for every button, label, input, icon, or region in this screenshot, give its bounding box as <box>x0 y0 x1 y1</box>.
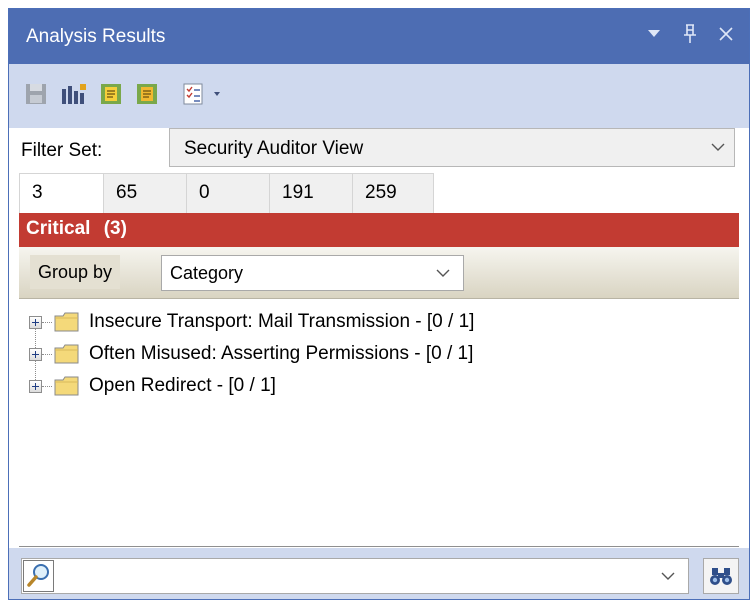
chevron-down-icon <box>710 139 726 161</box>
tree-item[interactable]: Insecure Transport: Mail Transmission - … <box>29 307 474 337</box>
panel-titlebar: Analysis Results <box>9 9 749 64</box>
folder-icon <box>54 312 79 332</box>
close-icon[interactable] <box>715 23 737 45</box>
folder-icon <box>54 344 79 364</box>
search-icon <box>23 560 54 592</box>
tab-all[interactable]: 259 <box>352 173 434 214</box>
expand-plus-icon[interactable] <box>29 347 42 361</box>
group-by-bar: Group by Category <box>19 247 739 299</box>
filter-set-value: Security Auditor View <box>184 138 364 159</box>
tab-low[interactable]: 191 <box>269 173 353 214</box>
filter-set-select[interactable]: Security Auditor View <box>169 128 735 167</box>
tree-item-label: Often Misused: Asserting Permissions - [… <box>89 343 474 364</box>
tree-item-label: Open Redirect - [0 / 1] <box>89 375 276 396</box>
group-by-select[interactable]: Category <box>161 255 464 291</box>
panel-title: Analysis Results <box>26 26 166 47</box>
critical-count: (3) <box>103 218 127 239</box>
binoculars-icon <box>710 568 732 585</box>
issues-tree: Insecure Transport: Mail Transmission - … <box>19 300 739 547</box>
chevron-down-icon <box>435 265 451 287</box>
tab-high[interactable]: 65 <box>103 173 187 214</box>
critical-header: Critical (3) <box>19 213 739 247</box>
panel-toolbar <box>9 64 749 128</box>
chart-settings-icon[interactable] <box>59 81 86 107</box>
folder-icon <box>54 376 79 396</box>
filter-set-label: Filter Set: <box>21 140 103 161</box>
tab-medium[interactable]: 0 <box>186 173 270 214</box>
expand-plus-icon[interactable] <box>29 379 42 393</box>
critical-label: Critical <box>26 218 91 239</box>
tree-item[interactable]: Open Redirect - [0 / 1] <box>29 371 276 401</box>
save-disk-icon[interactable] <box>23 81 49 107</box>
dropdown-arrow-icon[interactable] <box>643 23 665 45</box>
search-bar <box>9 548 749 599</box>
search-input[interactable] <box>21 558 689 594</box>
tab-critical[interactable]: 3 <box>19 173 104 214</box>
panel-content: Filter Set: Security Auditor View 3 65 0… <box>9 128 749 599</box>
group-by-label: Group by <box>30 255 121 289</box>
report-alt-icon[interactable] <box>134 81 160 107</box>
find-button[interactable] <box>703 558 739 594</box>
tree-item[interactable]: Often Misused: Asserting Permissions - [… <box>29 339 473 369</box>
titlebar-buttons <box>643 23 737 45</box>
severity-tabs: 3 65 0 191 259 <box>19 173 434 214</box>
chevron-down-icon[interactable] <box>660 568 676 590</box>
analysis-results-panel: Analysis Results Filter Set: Security Au… <box>8 8 750 600</box>
report-icon[interactable] <box>98 81 124 107</box>
expand-plus-icon[interactable] <box>29 315 42 329</box>
group-by-value: Category <box>170 263 244 283</box>
checklist-dropdown-icon[interactable] <box>181 81 225 107</box>
pin-icon[interactable] <box>679 23 701 45</box>
tree-item-label: Insecure Transport: Mail Transmission - … <box>89 311 475 332</box>
